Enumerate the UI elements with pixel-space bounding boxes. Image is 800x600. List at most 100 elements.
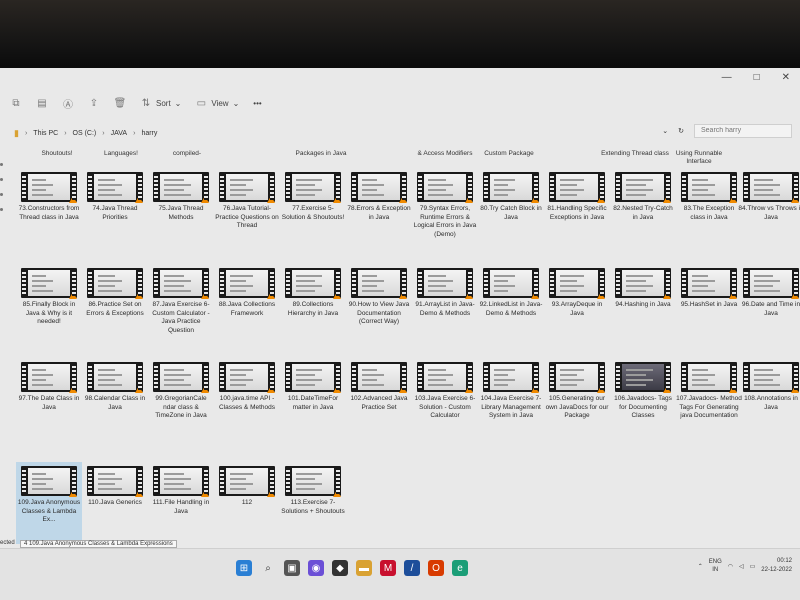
search-input[interactable] [694, 124, 792, 138]
video-file-item[interactable]: 78.Errors & Exception in Java [346, 172, 412, 222]
video-file-item[interactable]: 112 [214, 466, 280, 508]
address-bar[interactable]: ▮ › This PC › OS (C:) › JAVA › harry ⌄ ↻ [0, 124, 800, 142]
video-file-item[interactable]: 79.Syntax Errors, Runtime Errors & Logic… [412, 172, 478, 239]
video-file-item[interactable]: 111.File Handling in Java [148, 466, 214, 516]
search-icon[interactable]: ⌕ [260, 560, 276, 576]
video-file-item[interactable]: 110.Java Generics [82, 466, 148, 508]
video-file-item[interactable]: 92.LinkedList in Java- Demo & Methods [478, 268, 544, 318]
language-indicator[interactable]: ENG IN [709, 558, 722, 574]
file-name-label: 99.GregorianCale ndar class & TimeZone i… [155, 395, 207, 420]
vlc-cone-icon [465, 196, 473, 203]
video-file-item[interactable]: 86.Practice Set on Errors & Exceptions [82, 268, 148, 318]
video-file-item[interactable]: 81.Handling Specific Exceptions in Java [544, 172, 610, 222]
video-thumbnail [743, 362, 799, 393]
video-file-item[interactable]: 90.How to View Java Documentation (Corre… [346, 268, 412, 327]
video-file-item[interactable]: 89.Collections Hierarchy in Java [280, 268, 346, 318]
task-view-icon[interactable]: ▣ [284, 560, 300, 576]
video-file-item[interactable]: 106.Javadocs- Tags for Documenting Class… [610, 362, 676, 421]
video-file-item[interactable]: 98.Calendar Class in Java [82, 362, 148, 412]
thumbnail-text-line [164, 290, 191, 292]
thumbnail-frame [28, 364, 70, 390]
volume-icon[interactable]: ◁ [739, 563, 744, 570]
delete-icon[interactable]: 🗑 [114, 97, 127, 109]
thumbnail-text-line [692, 379, 708, 381]
video-file-item[interactable]: 77.Exercise 5- Solution & Shoutouts! [280, 172, 346, 222]
thumbnail-text-line [230, 374, 246, 376]
paste-icon[interactable]: ▤ [36, 97, 48, 109]
view-icon: ▭ [196, 97, 207, 109]
thumbnail-text-line [164, 478, 191, 480]
vlc-cone-icon [333, 386, 341, 393]
video-file-item[interactable]: 96.Date and Time in Java [738, 268, 800, 318]
share-icon[interactable]: ⇪ [88, 97, 100, 109]
video-file-item[interactable]: 97.The Date Class in Java [16, 362, 82, 412]
thumbnail-text-line [754, 194, 780, 196]
refresh-icon[interactable]: ↻ [678, 127, 684, 135]
thumbnail-text-line [626, 184, 646, 186]
video-file-item[interactable]: 107.Javadocs- Method Tags For Generating… [676, 362, 742, 421]
video-file-item[interactable]: 100.java.time API - Classes & Methods [214, 362, 280, 412]
wifi-icon[interactable]: ◠ [728, 563, 733, 570]
video-file-item[interactable]: 109.Java Anonymous Classes & Lambda Ex..… [16, 462, 82, 544]
video-file-item[interactable]: 80.Try Catch Block in Java [478, 172, 544, 222]
app-icon[interactable]: ◆ [332, 560, 348, 576]
battery-icon[interactable]: ▭ [750, 563, 756, 570]
video-file-item[interactable]: 104.Java Exercise 7- Library Management … [478, 362, 544, 421]
app-icon[interactable]: / [404, 560, 420, 576]
start-icon[interactable]: ⊞ [236, 560, 252, 576]
video-file-item[interactable]: 75.Java Thread Methods [148, 172, 214, 222]
breadcrumb-this-pc[interactable]: This PC [33, 130, 58, 137]
video-file-item[interactable]: 74.Java Thread Priorities [82, 172, 148, 222]
video-file-item[interactable]: 87.Java Exercise 6- Custom Calculator - … [148, 268, 214, 335]
file-name-label: 81.Handling Specific Exceptions in Java [547, 205, 607, 221]
view-button[interactable]: ▭ View ⌄ [195, 97, 240, 109]
video-file-item[interactable]: 93.ArrayDeque in Java [544, 268, 610, 318]
video-file-item[interactable]: 113.Exercise 7- Solutions + Shoutouts [280, 466, 346, 516]
video-file-item[interactable]: 94.Hashing in Java [610, 268, 676, 310]
video-file-item[interactable]: 82.Nested Try-Catch in Java [610, 172, 676, 222]
clock[interactable]: 00:12 22-12-2022 [761, 557, 792, 575]
video-file-item[interactable]: 108.Annotations in Java [738, 362, 800, 412]
video-file-item[interactable]: 88.Java Collections Framework [214, 268, 280, 318]
chevron-up-icon[interactable]: ⌃ [698, 563, 703, 570]
edge-icon[interactable]: e [452, 560, 468, 576]
video-file-item[interactable]: 83.The Exception class in Java [676, 172, 742, 222]
video-file-item[interactable]: 103.Java Exercise 6- Solution - Custom C… [412, 362, 478, 421]
maximize-button[interactable]: □ [754, 72, 760, 83]
thumbnail-text-line [560, 184, 577, 186]
breadcrumb-os-c[interactable]: OS (C:) [73, 130, 97, 137]
file-explorer-icon[interactable]: ▬ [356, 560, 372, 576]
chat-icon[interactable]: ◉ [308, 560, 324, 576]
thumbnail-frame [28, 174, 70, 200]
video-file-item[interactable]: 105.Generating our own JavaDocs for our … [544, 362, 610, 421]
video-file-item[interactable]: 99.GregorianCale ndar class & TimeZone i… [148, 362, 214, 421]
video-file-item[interactable]: 102.Advanced Java Practice Set [346, 362, 412, 412]
office-icon[interactable]: O [428, 560, 444, 576]
video-file-item[interactable]: 95.HashSet in Java [676, 268, 742, 310]
vlc-cone-icon [729, 196, 737, 203]
breadcrumb-java[interactable]: JAVA [111, 130, 127, 137]
copy-icon[interactable]: ⧉ [10, 97, 22, 109]
breadcrumb-harry[interactable]: harry [141, 130, 157, 137]
sort-button[interactable]: ⇅ Sort ⌄ [140, 97, 182, 109]
video-file-item[interactable]: 85.Finally Block in Java & Why is it nee… [16, 268, 82, 327]
caption-fragment: Using Runnable Interface [675, 150, 723, 165]
video-file-item[interactable]: 73.Constructors from Thread class in Jav… [16, 172, 82, 222]
thumbnail-text-line [230, 488, 246, 490]
video-file-item[interactable]: 76.Java Tutorial- Practice Questions on … [214, 172, 280, 231]
minimize-button[interactable]: — [722, 72, 732, 83]
video-file-item[interactable]: 84.Throw vs Throws in Java [738, 172, 800, 222]
close-button[interactable]: ✕ [782, 72, 790, 83]
thumbnail-text-line [494, 384, 508, 386]
rename-icon[interactable]: Ⓐ [62, 97, 74, 111]
thumbnail-text-line [362, 285, 377, 287]
video-thumbnail [21, 362, 77, 393]
chevron-down-icon[interactable]: ⌄ [662, 127, 668, 135]
more-options-button[interactable]: ••• [253, 99, 261, 108]
vlc-cone-icon [791, 196, 799, 203]
video-file-item[interactable]: 91.ArrayList in Java- Demo & Methods [412, 268, 478, 318]
video-file-item[interactable]: 101.DateTimeFor matter in Java [280, 362, 346, 412]
thumbnail-text-line [98, 280, 122, 282]
mcafee-icon[interactable]: M [380, 560, 396, 576]
thumbnail-text-line [296, 488, 315, 490]
